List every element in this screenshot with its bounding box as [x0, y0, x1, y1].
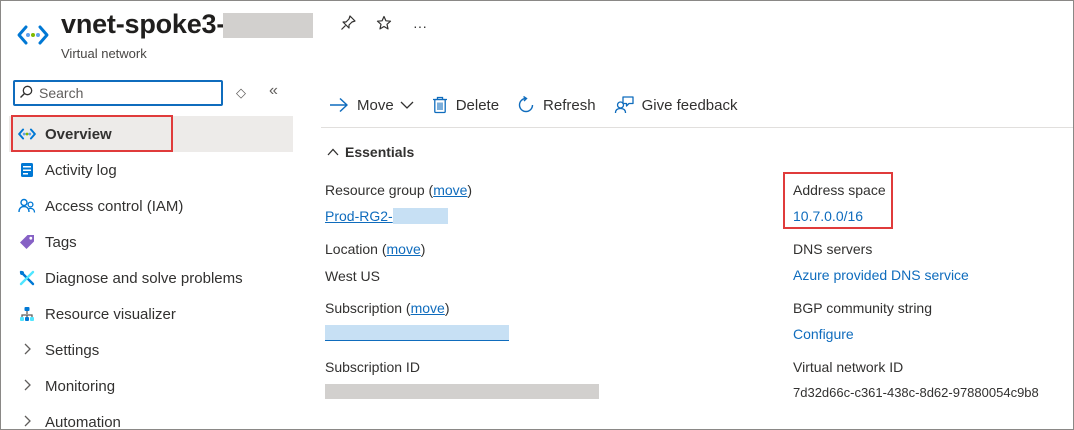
resource-group-link[interactable]: Prod-RG2-: [325, 208, 393, 224]
search-box[interactable]: [13, 80, 223, 106]
feedback-label: Give feedback: [641, 96, 738, 114]
tag-icon: [17, 232, 37, 252]
sidebar-item-activity-log[interactable]: Activity log: [9, 152, 293, 188]
address-space-link[interactable]: 10.7.0.0/16: [793, 208, 863, 224]
essentials-header: Essentials: [345, 144, 415, 160]
delete-label: Delete: [455, 96, 500, 114]
search-icon: [20, 85, 33, 98]
sidebar-item-label: Resource visualizer: [45, 305, 176, 323]
redacted-title-suffix: [223, 13, 313, 38]
chevron-right-icon: [17, 415, 37, 430]
sidebar-item-overview[interactable]: Overview: [9, 116, 293, 152]
refresh-label: Refresh: [543, 96, 596, 114]
sidebar-nav: Overview Activity log Access control (IA…: [9, 116, 293, 430]
vnet-id-value: 7d32d66c-c361-438c-8d62-97880054c9b8: [793, 385, 1039, 400]
subscription-id-redacted: [325, 384, 599, 399]
redacted-resource-group-suffix: [393, 208, 448, 224]
more-options-button[interactable]: ···: [411, 18, 429, 34]
bgp-community-label: BGP community string: [793, 300, 933, 316]
address-space-label: Address space: [793, 182, 886, 198]
refresh-button[interactable]: Refresh: [517, 96, 596, 114]
dns-servers-label: DNS servers: [793, 241, 873, 257]
vnet-id-label: Virtual network ID: [793, 359, 904, 375]
location-label-row: Location (move): [325, 241, 426, 257]
people-icon: [17, 196, 37, 216]
delete-button[interactable]: Delete: [432, 96, 499, 114]
sidebar-group-monitoring[interactable]: Monitoring: [9, 368, 293, 404]
move-label: Move: [357, 96, 394, 114]
chevron-right-icon: [17, 343, 37, 358]
virtual-network-icon: [17, 124, 37, 144]
bgp-configure-link[interactable]: Configure: [793, 326, 854, 342]
sidebar-item-label: Access control (IAM): [45, 197, 184, 215]
command-bar: Move Delete Refresh Give feedback: [329, 93, 755, 117]
resource-group-move-link[interactable]: move: [433, 182, 467, 198]
star-icon[interactable]: [375, 15, 393, 36]
arrow-right-icon: [330, 97, 348, 113]
pin-icon[interactable]: [339, 15, 357, 36]
refresh-icon: [518, 96, 534, 113]
feedback-icon: [614, 96, 634, 114]
subscription-label: Subscription: [325, 300, 403, 316]
subscription-label-row: Subscription (move): [325, 300, 450, 316]
page-subtitle: Virtual network: [61, 46, 147, 61]
move-button[interactable]: Move: [329, 97, 414, 114]
sidebar-item-tags[interactable]: Tags: [9, 224, 293, 260]
location-label: Location: [325, 241, 378, 257]
sidebar-item-label: Activity log: [45, 161, 117, 179]
sidebar-item-access-control[interactable]: Access control (IAM): [9, 188, 293, 224]
sidebar-item-diagnose[interactable]: Diagnose and solve problems: [9, 260, 293, 296]
resource-group-label-row: Resource group (move): [325, 182, 473, 198]
portal-frame: vnet-spoke3- Virtual network ··· ◇ « Ove…: [0, 0, 1074, 430]
dns-servers-link[interactable]: Azure provided DNS service: [793, 267, 969, 283]
subscription-id-label: Subscription ID: [325, 359, 420, 375]
virtual-network-icon: [17, 25, 49, 45]
sidebar-group-automation[interactable]: Automation: [9, 404, 293, 430]
command-bar-divider: [321, 127, 1073, 128]
chevron-right-icon: [17, 379, 37, 394]
wrench-icon: [17, 268, 37, 288]
chevron-down-icon: [400, 101, 414, 109]
sidebar-item-label: Overview: [45, 125, 112, 143]
sidebar-item-resource-visualizer[interactable]: Resource visualizer: [9, 296, 293, 332]
sidebar-item-label: Settings: [45, 341, 100, 359]
collapse-sidebar-button[interactable]: «: [269, 82, 278, 100]
chevron-up-icon: [327, 148, 339, 156]
sidebar-item-label: Diagnose and solve problems: [45, 269, 243, 287]
sidebar-item-label: Automation: [45, 413, 121, 430]
filter-toggle-button[interactable]: ◇: [236, 85, 246, 101]
activity-log-icon: [17, 160, 37, 180]
subscription-link-redacted[interactable]: [325, 325, 509, 341]
subscription-move-link[interactable]: move: [411, 300, 445, 316]
location-move-link[interactable]: move: [387, 241, 421, 257]
page-title: vnet-spoke3-: [61, 9, 226, 39]
resource-group-label: Resource group: [325, 182, 425, 198]
give-feedback-button[interactable]: Give feedback: [614, 96, 738, 114]
search-input[interactable]: [39, 84, 217, 102]
sidebar-item-label: Tags: [45, 233, 77, 251]
hierarchy-icon: [17, 304, 37, 324]
location-value: West US: [325, 268, 380, 284]
trash-icon: [432, 96, 447, 114]
essentials-toggle[interactable]: Essentials: [327, 144, 414, 160]
sidebar-group-settings[interactable]: Settings: [9, 332, 293, 368]
sidebar-item-label: Monitoring: [45, 377, 116, 395]
